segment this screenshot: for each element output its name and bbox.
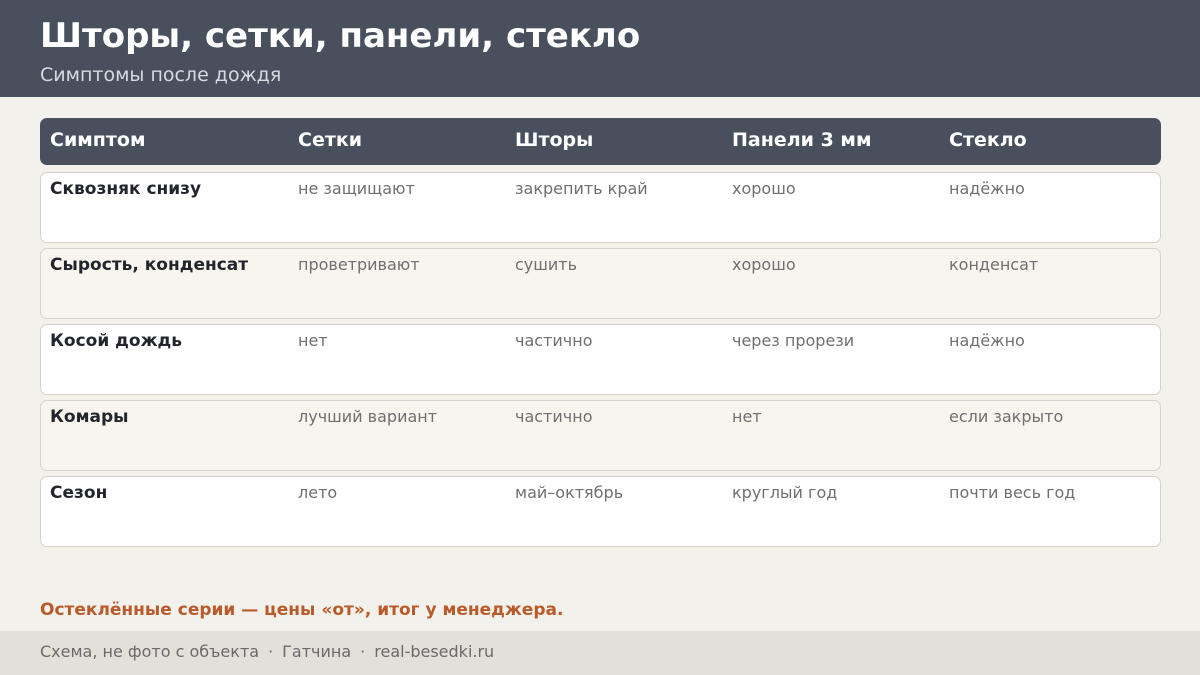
table-row: Сквозняк снизу не защищают закрепить кра… bbox=[40, 172, 1161, 243]
column-header-panels: Панели 3 мм bbox=[732, 129, 872, 151]
cell-glass: надёжно bbox=[949, 331, 1025, 350]
table-row: Комары лучший вариант частично нет если … bbox=[40, 400, 1161, 471]
footer-text: Схема, не фото с объекта · Гатчина · real-be… bbox=[40, 640, 494, 664]
page-header: Шторы, сетки, панели, стекло Симптомы по… bbox=[0, 0, 1200, 97]
page-title: Шторы, сетки, панели, стекло bbox=[40, 16, 641, 56]
cell-curtains: частично bbox=[515, 407, 593, 426]
row-symptom: Косой дождь bbox=[50, 331, 182, 351]
cell-panels: круглый год bbox=[732, 483, 838, 502]
page-footer: Схема, не фото с объекта · Гатчина · real-be… bbox=[0, 631, 1200, 675]
cell-panels: через прорези bbox=[732, 331, 855, 350]
cell-nets: лучший вариант bbox=[298, 407, 438, 426]
cell-glass: надёжно bbox=[949, 179, 1025, 198]
cell-nets: лето bbox=[298, 483, 338, 502]
footer-separator: · bbox=[268, 642, 274, 661]
row-symptom: Сквозняк снизу bbox=[50, 179, 202, 199]
row-symptom: Сырость, конденсат bbox=[50, 255, 249, 275]
cell-curtains: сушить bbox=[515, 255, 578, 274]
price-note: Остеклённые серии — цены «от», итог у ме… bbox=[40, 600, 564, 620]
page-subtitle: Симптомы после дождя bbox=[40, 64, 282, 86]
table-header: Симптом Сетки Шторы Панели 3 мм Стекло bbox=[40, 118, 1161, 165]
row-symptom: Комары bbox=[50, 407, 129, 427]
table-row: Косой дождь нет частично через прорези н… bbox=[40, 324, 1161, 395]
column-header-glass: Стекло bbox=[949, 129, 1027, 151]
cell-glass: если закрыто bbox=[949, 407, 1064, 426]
cell-panels: хорошо bbox=[732, 255, 796, 274]
cell-curtains: закрепить край bbox=[515, 179, 648, 198]
cell-curtains: май–октябрь bbox=[515, 483, 624, 502]
footer-site-link[interactable]: real-besedki.ru bbox=[374, 642, 494, 661]
row-symptom: Сезон bbox=[50, 483, 108, 503]
cell-panels: хорошо bbox=[732, 179, 796, 198]
column-header-symptom: Симптом bbox=[50, 129, 146, 151]
cell-nets: не защищают bbox=[298, 179, 415, 198]
column-header-curtains: Шторы bbox=[515, 129, 594, 151]
cell-nets: проветривают bbox=[298, 255, 420, 274]
cell-nets: нет bbox=[298, 331, 328, 350]
table-row: Сырость, конденсат проветривают сушить х… bbox=[40, 248, 1161, 319]
footer-caption: Схема, не фото с объекта bbox=[40, 642, 260, 661]
cell-curtains: частично bbox=[515, 331, 593, 350]
column-header-nets: Сетки bbox=[298, 129, 363, 151]
footer-city: Гатчина bbox=[282, 642, 352, 661]
footer-separator: · bbox=[360, 642, 366, 661]
cell-glass: почти весь год bbox=[949, 483, 1076, 502]
cell-panels: нет bbox=[732, 407, 762, 426]
cell-glass: конденсат bbox=[949, 255, 1039, 274]
table-row: Сезон лето май–октябрь круглый год почти… bbox=[40, 476, 1161, 547]
